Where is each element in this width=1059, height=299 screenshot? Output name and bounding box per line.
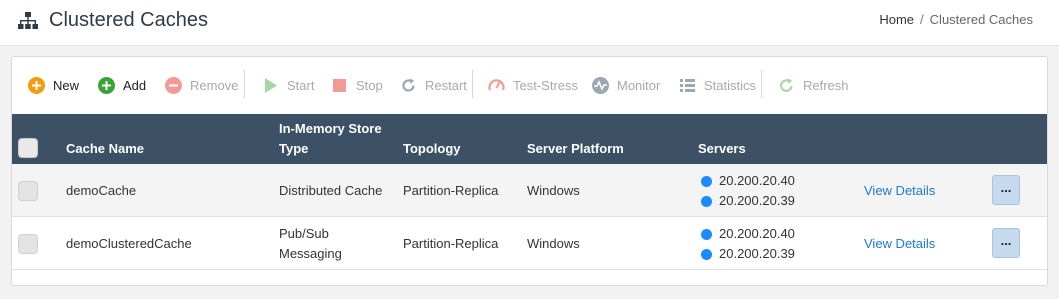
server-address: 20.200.20.39 [719,246,795,261]
toolbar-divider [761,70,762,98]
toolbar: New Add Remove Start Stop Restart Test-S… [12,57,1047,113]
topology: Partition-Replica [403,236,499,251]
page-title: Clustered Caches [49,9,208,31]
header-cache-name[interactable]: Cache Name [66,139,144,159]
refresh-button-label: Refresh [803,77,849,93]
server-platform: Windows [527,183,580,198]
server-entry: 20.200.20.39 [701,193,795,209]
status-dot-icon [701,248,712,260]
toolbar-divider [472,70,473,98]
breadcrumb-home-link[interactable]: Home [879,12,914,27]
server-entry: 20.200.20.40 [701,226,795,242]
monitor-button-label: Monitor [617,77,661,93]
stop-button-label: Stop [356,77,383,93]
caches-table: Cache Name In-Memory Store Type Topology… [12,114,1047,270]
store-type-line1: Pub/Sub [279,226,329,241]
server-address: 20.200.20.39 [719,193,795,208]
stop-icon [331,77,348,94]
cache-name: demoClusteredCache [66,236,192,251]
select-all-checkbox[interactable] [18,138,38,158]
page-header: Clustered Caches Home / Clustered Caches [0,0,1059,46]
statistics-button-label: Statistics [704,77,757,93]
caches-panel: New Add Remove Start Stop Restart Test-S… [11,56,1048,286]
refresh-button[interactable]: Refresh [778,75,849,95]
store-type-line2: Messaging [279,246,342,261]
server-entry: 20.200.20.40 [701,173,795,189]
header-store-type-line1[interactable]: In-Memory Store [279,119,382,139]
view-details-link[interactable]: View Details [864,234,935,254]
remove-button-label: Remove [190,77,239,93]
status-dot-icon [701,175,712,187]
play-icon [262,77,279,94]
remove-button[interactable]: Remove [165,75,238,95]
test-stress-button[interactable]: Test-Stress [488,75,578,95]
cache-name: demoCache [66,183,137,198]
plus-circle-icon [28,76,45,94]
row-checkbox[interactable] [18,181,38,201]
server-entry: 20.200.20.39 [701,246,795,262]
more-actions-button[interactable]: ... [992,175,1020,205]
refresh-icon [778,77,795,94]
breadcrumb-separator: / [920,12,924,27]
add-button[interactable]: Add [98,75,146,95]
header-store-type-line2[interactable]: Type [279,139,308,159]
gauge-icon [488,77,505,94]
row-checkbox[interactable] [18,234,38,254]
monitor-icon [592,76,609,94]
server-address: 20.200.20.40 [719,173,795,188]
minus-circle-icon [165,76,182,94]
header-server-platform[interactable]: Server Platform [527,139,624,159]
header-topology[interactable]: Topology [403,139,461,159]
table-header: Cache Name In-Memory Store Type Topology… [12,114,1047,164]
table-row[interactable]: demoClusteredCache Pub/Sub Messaging Par… [12,217,1047,270]
toolbar-divider [244,70,245,98]
new-button[interactable]: New [28,75,79,95]
hierarchy-icon [18,12,38,30]
breadcrumb-current: Clustered Caches [929,12,1033,27]
topology: Partition-Replica [403,183,499,198]
server-address: 20.200.20.40 [719,226,795,241]
status-dot-icon [701,228,712,240]
restart-button-label: Restart [425,77,467,93]
header-servers[interactable]: Servers [698,139,746,159]
stop-button[interactable]: Stop [331,75,383,95]
view-details-link[interactable]: View Details [864,181,935,201]
more-actions-button[interactable]: ... [992,228,1020,258]
start-button[interactable]: Start [262,75,314,95]
store-type: Distributed Cache [279,183,383,198]
test-stress-button-label: Test-Stress [513,77,579,93]
refresh-icon [400,77,417,94]
monitor-button[interactable]: Monitor [592,75,660,95]
status-dot-icon [701,195,712,207]
add-button-label: Add [123,77,147,93]
new-button-label: New [53,77,80,93]
statistics-button[interactable]: Statistics [679,75,756,95]
list-icon [679,77,696,94]
table-row[interactable]: demoCache Distributed Cache Partition-Re… [12,164,1047,217]
server-platform: Windows [527,236,580,251]
plus-circle-icon [98,76,115,94]
restart-button[interactable]: Restart [400,75,467,95]
breadcrumb: Home / Clustered Caches [879,12,1033,28]
start-button-label: Start [287,77,315,93]
